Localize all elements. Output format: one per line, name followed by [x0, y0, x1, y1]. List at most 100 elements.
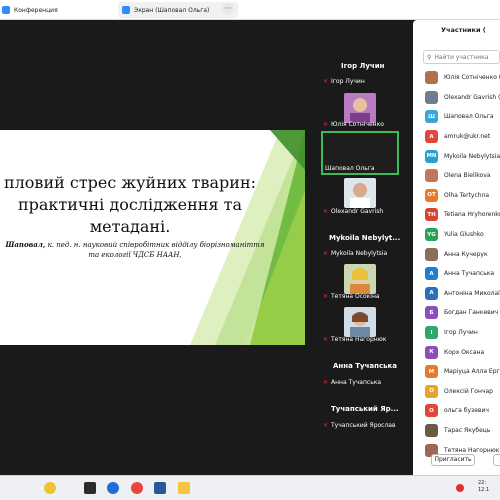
participant-name: ольга бузевич: [444, 407, 489, 415]
screen: { "tabs": [ {"label": "Конференция", "co…: [0, 0, 500, 500]
participant-name: Olexandr Gavrish (О: [444, 93, 500, 101]
participant-avatar: TH: [425, 208, 438, 222]
task-view-icon[interactable]: [84, 482, 96, 494]
tab-label: Экран (Шаповал Ольга): [134, 6, 210, 14]
word-icon[interactable]: [154, 482, 166, 494]
participants-panel: Участники ( ⚲ Найти участника Юлія Сотні…: [413, 20, 500, 475]
widgets-icon[interactable]: [44, 482, 56, 494]
zoom-app-icon[interactable]: [107, 482, 119, 494]
participant-row[interactable]: Оольга бузевич: [425, 401, 500, 421]
tile-label-mykola: ✕ Mykoila Nebylytsia: [323, 250, 387, 257]
participant-row[interactable]: TH Tetiana Hryhorenko: [425, 205, 500, 225]
slide-title: пловий стрес жуйних тварин: практичні до…: [0, 172, 260, 238]
author-affiliation: та екології ЧДСБ НААН,: [88, 251, 182, 259]
participant-name: Тетяна Нагорнюк: [331, 336, 387, 343]
participant-avatar: [425, 169, 438, 183]
participant-row[interactable]: OT Olha Tertychna: [425, 186, 500, 206]
tile-label-gavrish: ✕ Olexandr Gavrish: [323, 208, 383, 215]
participant-avatar: К: [425, 345, 438, 359]
participant-name: Маріуца Алла Ерга: [444, 368, 500, 376]
participant-name: Шаповал Ольга: [444, 113, 494, 121]
clock[interactable]: 22: 12.1: [478, 480, 489, 494]
invite-button[interactable]: Пригласить: [431, 454, 475, 466]
participant-row[interactable]: М Маріуца Алла Ерга: [425, 362, 500, 382]
mic-muted-icon: ✕: [323, 292, 329, 300]
participant-avatar: OT: [425, 188, 438, 202]
mic-muted-icon: ✕: [323, 249, 329, 257]
participant-row[interactable]: Aamruk@ukr.net: [425, 127, 500, 147]
participant-photo: [344, 178, 376, 208]
participant-name: Olha Tertychna: [444, 191, 490, 199]
participant-name: Tetiana Hryhorenko: [444, 211, 500, 219]
participant-name: Анна Тучапська: [444, 270, 495, 278]
tab-screen-share[interactable]: Экран (Шаповал Ольга) ✕: [118, 2, 238, 18]
video-tile-gavrish[interactable]: [344, 178, 376, 208]
participant-avatar: М: [425, 365, 438, 379]
video-tile-yulia[interactable]: [344, 93, 376, 123]
video-tile-nahornyuk[interactable]: [344, 307, 376, 337]
notification-icon[interactable]: [456, 484, 464, 492]
participants-panel-footer: Пригласить: [413, 452, 500, 468]
participant-avatar: А: [425, 267, 438, 281]
clock-time: 22:: [478, 480, 487, 486]
tab-label: Конференция: [14, 6, 58, 14]
zoom-logo-icon: [122, 6, 130, 14]
participant-row[interactable]: І Ігор Лучин: [425, 323, 500, 343]
participant-row[interactable]: MN Mykoila Nebylytsia: [425, 146, 500, 166]
windows-taskbar: 22: 12.1: [0, 475, 500, 500]
participant-row[interactable]: Б Богдан Ганкевич: [425, 303, 500, 323]
participant-name: Yulia Glushko: [444, 231, 484, 239]
participant-photo: [344, 93, 376, 123]
participant-name: Шаповал Ольга: [325, 165, 375, 172]
window-tab-bar: Конференция Экран (Шаповал Ольга) ✕ ⋯: [0, 0, 500, 20]
participant-avatar: І: [425, 326, 438, 340]
more-options-icon[interactable]: ⋯: [222, 3, 234, 15]
slide-title-line: практичні дослідження та: [17, 195, 243, 214]
tile-label-igor: ✕ Ігор Лучин: [323, 78, 365, 85]
participant-row[interactable]: А Анна Тучапська: [425, 264, 500, 284]
file-explorer-icon[interactable]: [178, 482, 190, 494]
participant-photo: [344, 307, 376, 337]
video-tile-osokina[interactable]: [344, 264, 376, 294]
participant-row[interactable]: Тарас Якубець: [425, 421, 500, 441]
participant-avatar: Ш: [425, 110, 438, 124]
chrome-icon[interactable]: [131, 482, 143, 494]
participant-row[interactable]: Юлія Сотніченко (Я): [425, 68, 500, 88]
participants-panel-title: Участники (: [441, 26, 486, 34]
participant-row[interactable]: Ш Шаповал Ольга: [425, 107, 500, 127]
tile-name-yaroslav: Тучапський Яр...: [331, 405, 399, 413]
author-credentials: к. пед. н. науковий співробітник відділу…: [45, 241, 265, 249]
shared-presentation-slide: пловий стрес жуйних тварин: практичні до…: [0, 130, 305, 345]
participant-name: Тучапський Ярослав: [331, 422, 396, 429]
search-participant-input[interactable]: ⚲ Найти участника: [423, 50, 500, 64]
participant-name: Анна Кучерук: [444, 250, 488, 258]
participant-avatar: О: [425, 404, 438, 418]
participant-row[interactable]: Olena Bielikova: [425, 166, 500, 186]
tile-label-nahornyuk: ✕ Тетяна Нагорнюк: [323, 336, 386, 343]
participant-name: Анна Тучапська: [331, 379, 382, 386]
participant-avatar: Б: [425, 306, 438, 320]
participant-row[interactable]: А Антоніна Миколаїв: [425, 284, 500, 304]
participant-row[interactable]: Анна Кучерук: [425, 244, 500, 264]
zoom-logo-icon: [2, 6, 10, 14]
mic-muted-icon: ✕: [323, 335, 329, 343]
tile-name-mykola: Mykoila Nebylyt...: [329, 234, 401, 242]
participant-name: Тарас Якубець: [444, 426, 491, 434]
participant-name: Тетяна Осокіна: [331, 293, 380, 300]
mic-muted-icon: ✕: [323, 77, 329, 85]
more-options-button[interactable]: [493, 454, 500, 466]
tile-label-yaroslav: ✕ Тучапський Ярослав: [323, 422, 396, 429]
tab-conference[interactable]: Конференция: [2, 2, 112, 18]
participant-row[interactable]: Olexandr Gavrish (О: [425, 88, 500, 108]
participant-name: Ігор Лучин: [444, 329, 478, 337]
participant-name: Корх Оксана: [444, 348, 485, 356]
participant-row[interactable]: YG Yulia Glushko: [425, 225, 500, 245]
participant-avatar: YG: [425, 228, 438, 242]
participant-row[interactable]: К Корх Оксана: [425, 342, 500, 362]
participant-avatar: А: [425, 286, 438, 300]
participant-name: Юлія Сотніченко: [331, 121, 384, 128]
participant-row[interactable]: О Олексій Гончар: [425, 382, 500, 402]
tile-name-igor: Ігор Лучин: [341, 62, 385, 70]
slide-title-line: пловий стрес жуйних тварин:: [3, 173, 257, 192]
participant-avatar: [425, 71, 438, 85]
